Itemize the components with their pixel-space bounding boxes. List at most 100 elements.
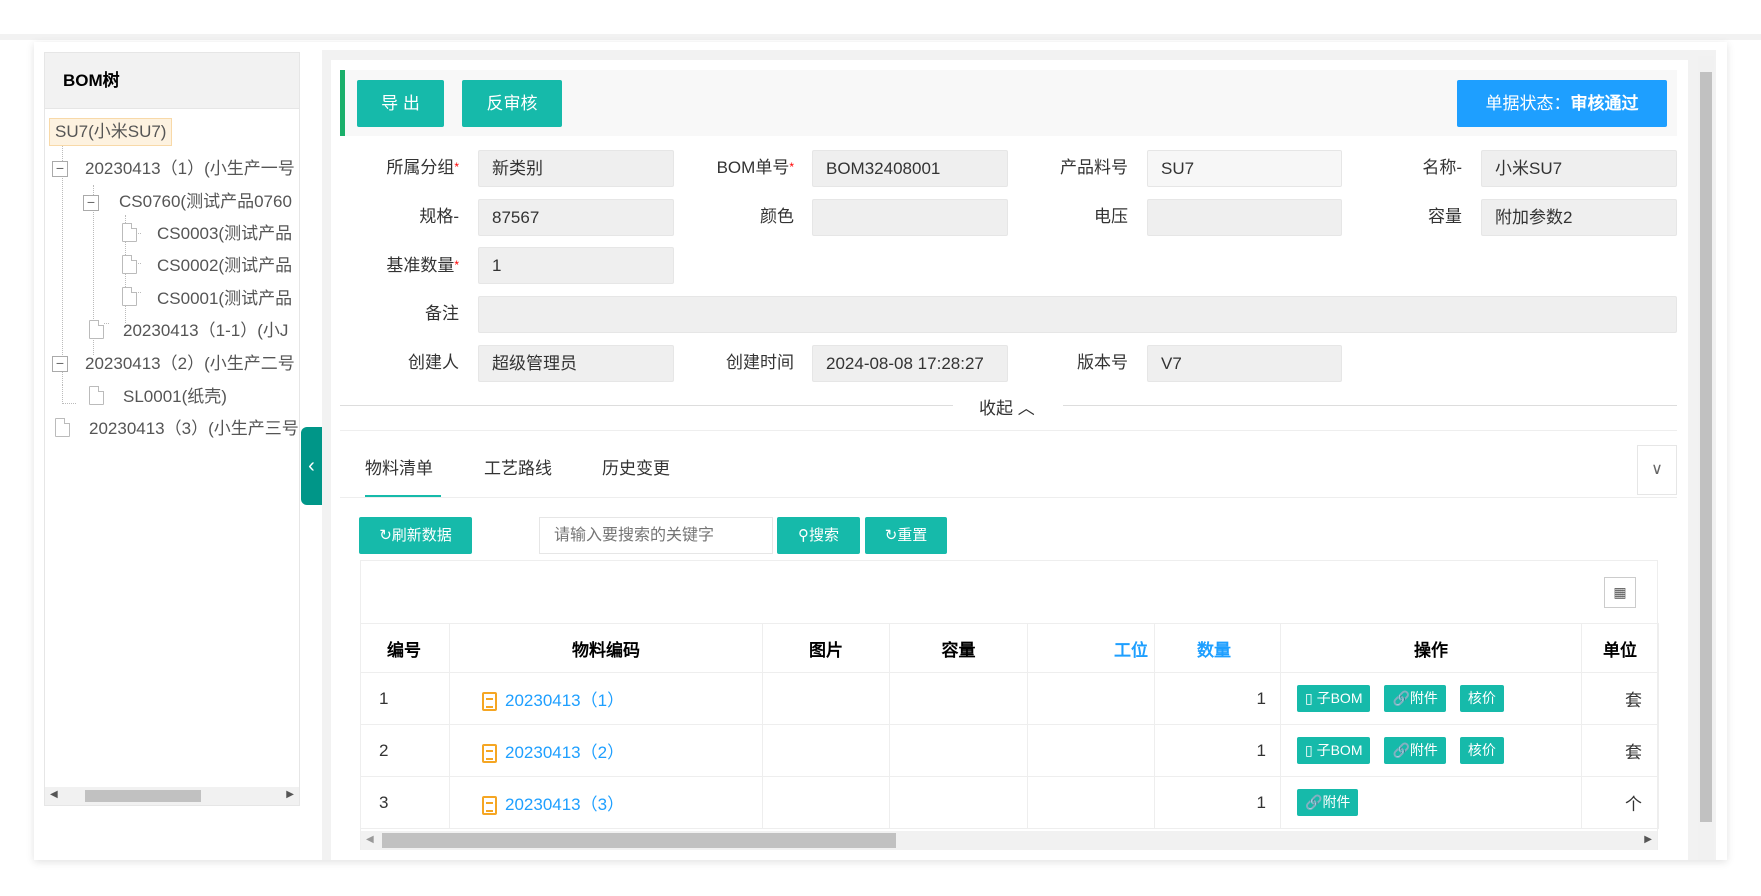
row-action-button[interactable]: ▯ 子BOM bbox=[1297, 685, 1371, 712]
header-station[interactable]: 工位 bbox=[1027, 623, 1155, 673]
tree-node[interactable]: CS0760(测试产品0760 bbox=[119, 189, 292, 215]
file-icon bbox=[55, 418, 70, 437]
cell-no: 3 bbox=[360, 776, 450, 829]
document-icon: ▯ bbox=[1305, 742, 1317, 758]
tab-divider bbox=[340, 497, 1677, 498]
creator-field[interactable]: 超级管理员 bbox=[478, 345, 674, 382]
header-qty[interactable]: 数量 bbox=[1154, 623, 1281, 673]
tree-node[interactable]: 20230413（3）(小生产三号 bbox=[89, 416, 299, 442]
remark-field[interactable] bbox=[478, 296, 1677, 333]
created-label: 创建时间 bbox=[726, 353, 794, 372]
spec-label: 规格- bbox=[419, 207, 459, 226]
collapse-toggle[interactable]: − bbox=[52, 161, 68, 177]
vertical-scrollbar-thumb[interactable] bbox=[1700, 72, 1712, 822]
divider bbox=[1063, 405, 1677, 406]
created-field[interactable]: 2024-08-08 17:28:27 bbox=[812, 345, 1008, 382]
header-capacity: 容量 bbox=[889, 623, 1028, 673]
base-qty-label: 基准数量* bbox=[386, 256, 459, 275]
table-row: 3 20230413（3） 1 🔗附件 个 bbox=[360, 776, 1659, 829]
cell-capacity bbox=[889, 776, 1028, 829]
row-action-button[interactable]: 核价 bbox=[1459, 685, 1504, 712]
scrollbar-thumb[interactable] bbox=[382, 833, 896, 848]
material-code-link[interactable]: 20230413（1） bbox=[505, 691, 624, 710]
row-action-button[interactable]: ▯ 子BOM bbox=[1297, 737, 1371, 764]
tree-node[interactable]: 20230413（1）(小生产一号 bbox=[85, 156, 295, 182]
link-icon: 🔗 bbox=[1305, 794, 1323, 810]
name-field[interactable]: 小米SU7 bbox=[1481, 150, 1677, 187]
row-action-button[interactable]: 🔗附件 bbox=[1384, 737, 1446, 764]
file-icon bbox=[122, 255, 137, 274]
collapse-toggle[interactable]: − bbox=[83, 195, 99, 211]
tree-node[interactable]: CS0002(测试产品 bbox=[157, 253, 292, 279]
search-input[interactable] bbox=[539, 517, 773, 554]
row-action-button[interactable]: 核价 bbox=[1459, 737, 1504, 764]
material-code-link[interactable]: 20230413（3） bbox=[505, 795, 624, 814]
color-field[interactable] bbox=[812, 199, 1008, 236]
refresh-button[interactable]: ↻刷新数据 bbox=[359, 517, 472, 554]
color-label: 颜色 bbox=[760, 207, 794, 226]
version-field[interactable]: V7 bbox=[1147, 345, 1342, 382]
table-row: 1 20230413（1） 1 ▯ 子BOM 🔗附件 核价 套 bbox=[360, 672, 1659, 725]
group-label: 所属分组* bbox=[386, 158, 459, 177]
header-no: 编号 bbox=[360, 623, 450, 673]
cell-code[interactable]: 20230413（3） bbox=[449, 776, 763, 829]
tree-node[interactable]: SL0001(纸壳) bbox=[123, 384, 227, 410]
export-button[interactable]: 导 出 bbox=[357, 80, 444, 127]
group-field[interactable]: 新类别 bbox=[478, 150, 674, 187]
cell-code[interactable]: 20230413（2） bbox=[449, 724, 763, 777]
tree-node[interactable]: CS0003(测试产品 bbox=[157, 221, 292, 247]
collapse-toggle[interactable]: − bbox=[52, 356, 68, 372]
capacity-field[interactable]: 附加参数2 bbox=[1481, 199, 1677, 236]
row-action-button[interactable]: 🔗附件 bbox=[1297, 789, 1359, 816]
file-icon bbox=[122, 287, 137, 306]
cell-no: 1 bbox=[360, 672, 450, 725]
column-settings-grid-icon[interactable]: ▦ bbox=[1604, 577, 1636, 608]
tree-node[interactable]: 20230413（1-1）(小J bbox=[123, 318, 288, 344]
tab-process-route[interactable]: 工艺路线 bbox=[484, 455, 552, 497]
header-image: 图片 bbox=[762, 623, 890, 673]
document-icon bbox=[482, 796, 497, 815]
row-action-button[interactable]: 🔗附件 bbox=[1384, 685, 1446, 712]
cell-actions: ▯ 子BOM 🔗附件 核价 bbox=[1280, 672, 1582, 725]
status-value: 审核通过 bbox=[1570, 94, 1639, 113]
collapse-panel-button[interactable]: ‹ bbox=[301, 427, 322, 505]
document-icon bbox=[482, 692, 497, 711]
tab-material-list[interactable]: 物料清单 bbox=[365, 455, 441, 497]
refresh-icon: ↻ bbox=[379, 527, 392, 544]
tab-change-history[interactable]: 历史变更 bbox=[602, 455, 670, 497]
file-icon bbox=[122, 223, 137, 242]
unaudit-button[interactable]: 反审核 bbox=[462, 80, 562, 127]
status-label: 单据状态： bbox=[1485, 94, 1571, 113]
voltage-field[interactable] bbox=[1147, 199, 1342, 236]
product-no-label: 产品料号 bbox=[1060, 158, 1128, 177]
bom-no-field[interactable]: BOM32408001 bbox=[812, 150, 1008, 187]
divider bbox=[340, 430, 1677, 431]
reset-button[interactable]: ↻重置 bbox=[865, 517, 947, 554]
cell-code[interactable]: 20230413（1） bbox=[449, 672, 763, 725]
file-icon bbox=[89, 320, 104, 339]
table-horizontal-scrollbar[interactable]: ◀ ▶ bbox=[361, 831, 1657, 850]
cell-station bbox=[1027, 724, 1155, 777]
cell-capacity bbox=[889, 672, 1028, 725]
remark-label: 备注 bbox=[425, 304, 459, 323]
search-button[interactable]: ⚲搜索 bbox=[777, 517, 860, 554]
tree-horizontal-scrollbar[interactable]: ◀ ▶ bbox=[45, 787, 299, 805]
material-code-link[interactable]: 20230413（2） bbox=[505, 743, 624, 762]
tree-node-root[interactable]: SU7(小米SU7) bbox=[49, 118, 173, 146]
cell-image bbox=[762, 776, 890, 829]
material-table: 编号 物料编码 图片 容量 工位 数量 操作 单位 1 20230413（1） … bbox=[360, 623, 1659, 829]
tabs-more-chevron-down-icon[interactable]: ∨ bbox=[1637, 445, 1677, 495]
file-icon bbox=[89, 386, 104, 405]
link-icon: 🔗 bbox=[1392, 742, 1410, 758]
tree-node[interactable]: CS0001(测试产品 bbox=[157, 286, 292, 312]
collapse-form-toggle[interactable]: 收起 ︿ bbox=[979, 394, 1035, 419]
cell-actions: 🔗附件 bbox=[1280, 776, 1582, 829]
cell-qty: 1 bbox=[1154, 672, 1281, 725]
table-row: 2 20230413（2） 1 ▯ 子BOM 🔗附件 核价 套 bbox=[360, 724, 1659, 777]
tree-node[interactable]: 20230413（2）(小生产二号 bbox=[85, 351, 295, 377]
name-label: 名称- bbox=[1422, 158, 1462, 177]
base-qty-field[interactable]: 1 bbox=[478, 247, 674, 284]
product-no-field[interactable]: SU7 bbox=[1147, 150, 1342, 187]
document-icon bbox=[482, 744, 497, 763]
spec-field[interactable]: 87567 bbox=[478, 199, 674, 236]
